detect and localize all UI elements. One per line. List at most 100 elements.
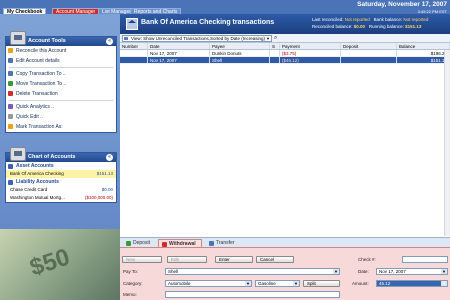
column-header[interactable]: Payment	[280, 43, 341, 49]
category-label: Category:	[123, 281, 143, 286]
chevron-down-icon: ▼	[266, 36, 270, 41]
amount-label: Amount:	[352, 281, 369, 286]
cell-number	[120, 50, 148, 56]
tool-label: Mark Transaction As:	[16, 124, 63, 130]
divider	[9, 100, 113, 101]
tool-label: Copy Transaction To ..	[16, 71, 66, 77]
account-bank-of-america[interactable]: Bank Of America Checking $151.13	[6, 170, 116, 178]
account-name: Washington Mutual Mortg...	[10, 195, 65, 200]
tool-delete-transaction[interactable]: Delete Transaction	[6, 89, 116, 99]
column-header[interactable]: Number	[120, 43, 148, 49]
tool-mark-transaction[interactable]: Mark Transaction As:	[6, 122, 116, 132]
analytics-icon	[8, 104, 13, 109]
payto-select[interactable]: Shell ▼	[165, 268, 340, 275]
table-row[interactable]: Nov 17, 2007 Shell ($45.12) $151.13	[120, 57, 450, 64]
copy-icon	[8, 71, 13, 76]
reconcile-icon	[8, 48, 13, 53]
account-balance: $0.00	[101, 187, 113, 192]
amount-value: 45.12	[379, 281, 391, 286]
quick-edit-icon	[8, 114, 13, 119]
amount-input[interactable]: 45.12 ▼	[376, 280, 448, 287]
cancel-button[interactable]: Cancel	[256, 256, 294, 263]
delete-icon	[8, 91, 13, 96]
tool-label: Reconcile this Account	[16, 48, 67, 54]
cell-payment: ($3.75)	[280, 50, 341, 56]
search-icon[interactable]: ⌕	[274, 35, 282, 42]
tool-quick-edit[interactable]: Quick Edit ..	[6, 112, 116, 122]
subcategory-value: Gasoline	[258, 281, 276, 286]
split-button[interactable]: Split	[303, 280, 340, 287]
edit-button[interactable]: Edit	[167, 256, 207, 263]
chevron-down-icon: ▼	[441, 269, 447, 274]
bank-icon	[126, 18, 138, 30]
account-balance: $151.13	[96, 171, 113, 176]
entry-tabs: Deposit Withdrawal Transfer	[120, 237, 450, 248]
view-filter-select[interactable]: View: Show Unreconciled Transactions,Sor…	[122, 35, 272, 42]
cell-date: Nov 17, 2007	[148, 57, 210, 63]
filter-icon	[124, 37, 128, 40]
date-picker[interactable]: Nov 17, 2007 ▼	[376, 268, 448, 275]
enter-button[interactable]: Enter	[215, 256, 253, 263]
account-title: Bank Of America Checking transactions	[141, 19, 275, 26]
left-sidebar: Account Tools « Reconcile this Account E…	[0, 14, 120, 300]
accounts-icon	[10, 147, 26, 161]
transaction-register: Number Date Payee S Payment Deposit Bala…	[120, 43, 450, 236]
tool-label: Quick Analytics ..	[16, 104, 55, 110]
bank-balance-value: Not reported	[403, 17, 429, 22]
current-date: Saturday, November 17, 2007	[357, 1, 447, 8]
category-value: Automobile	[168, 281, 191, 286]
tool-copy-transaction[interactable]: Copy Transaction To ..	[6, 69, 116, 79]
register-scrollbar[interactable]	[444, 50, 450, 236]
cell-payee: Shell	[210, 57, 270, 63]
account-tools-header: Account Tools «	[6, 31, 116, 46]
column-header[interactable]: Date	[148, 43, 210, 49]
payto-value: Shell	[168, 269, 179, 274]
tool-label: Quick Edit ..	[16, 114, 43, 120]
memo-label: Memo:	[123, 292, 137, 297]
collapse-icon[interactable]: «	[106, 154, 113, 161]
category-select[interactable]: Automobile ▼	[165, 280, 252, 287]
tool-move-transaction[interactable]: Move Transaction To ..	[6, 79, 116, 89]
last-reconciled-label: Last reconciled:	[312, 17, 344, 22]
money-background-image: $50	[0, 229, 120, 300]
check-number-input[interactable]	[402, 256, 448, 263]
tool-label: Move Transaction To ..	[16, 81, 67, 87]
account-chase-credit-card[interactable]: Chase Credit Card $0.00	[6, 186, 116, 194]
table-row[interactable]: Nov 17, 2007 Dunkin Donuts ($3.75) $196.…	[120, 50, 450, 57]
chevron-down-icon: ▼	[293, 281, 299, 286]
check-number-label: Check #:	[358, 257, 376, 262]
cell-number	[120, 57, 148, 63]
chevron-down-icon: ▼	[245, 281, 251, 286]
column-header[interactable]: Payee	[210, 43, 270, 49]
liability-accounts-header: Liability Accounts	[6, 178, 116, 186]
deposit-icon	[126, 241, 131, 246]
divider	[9, 67, 113, 68]
subcategory-select[interactable]: Gasoline ▼	[255, 280, 300, 287]
account-tools-panel: Account Tools « Reconcile this Account E…	[5, 31, 117, 133]
tool-edit-account[interactable]: Edit Account details	[6, 56, 116, 66]
column-header[interactable]: Balance	[397, 43, 450, 49]
account-tools-title: Account Tools	[28, 38, 66, 44]
tool-quick-analytics[interactable]: Quick Analytics ..	[6, 102, 116, 112]
memo-input[interactable]	[165, 291, 340, 298]
column-header[interactable]: S	[270, 43, 280, 49]
account-washington-mutual[interactable]: Washington Mutual Mortg... ($100,000.00)	[6, 194, 116, 202]
new-button[interactable]: New	[122, 256, 162, 263]
chevron-down-icon: ▼	[441, 281, 447, 286]
tool-reconcile[interactable]: Reconcile this Account	[6, 46, 116, 56]
mark-icon	[8, 124, 13, 129]
tab-label: Deposit	[133, 240, 150, 246]
column-header[interactable]: Deposit	[341, 43, 397, 49]
edit-icon	[8, 58, 13, 63]
bank-balance-label: Bank balance:	[373, 17, 403, 22]
tab-label: Transfer	[216, 240, 235, 246]
date-label: Date:	[358, 269, 369, 274]
tool-label: Delete Transaction	[16, 91, 58, 97]
collapse-icon[interactable]: «	[106, 38, 113, 45]
account-name: Chase Credit Card	[10, 187, 48, 192]
reconciled-balance-value: $0.00	[353, 24, 366, 29]
move-icon	[8, 81, 13, 86]
register-toolbar: View: Show Unreconciled Transactions,Sor…	[120, 34, 450, 43]
liability-header-label: Liability Accounts	[16, 179, 59, 185]
running-balance-label: Running balance:	[368, 24, 404, 29]
